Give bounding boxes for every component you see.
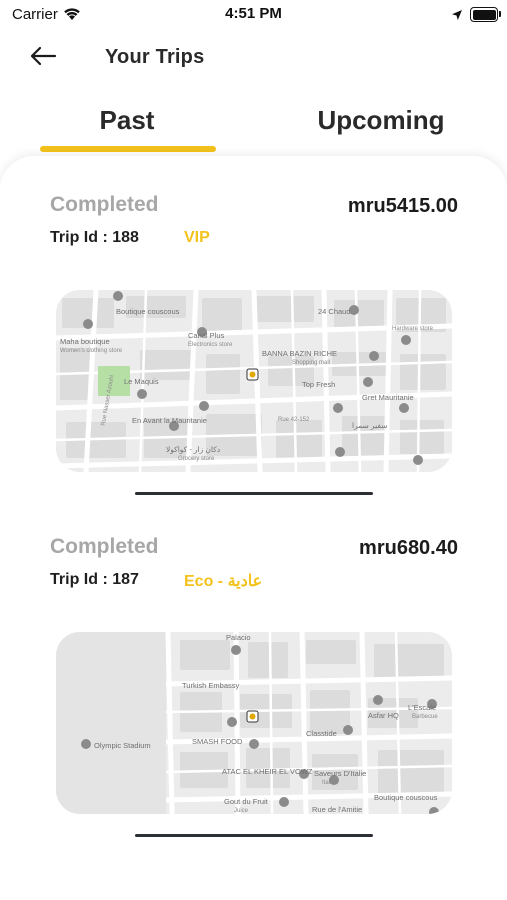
card-divider bbox=[135, 492, 373, 495]
map-label: Saveurs D'Italie bbox=[314, 769, 366, 778]
map-label: Boutique couscous bbox=[116, 307, 180, 316]
map-label: Women's clothing store bbox=[60, 348, 123, 354]
map-label: Gret Mauritanie bbox=[362, 393, 414, 402]
trip-id: Trip Id : 188 bbox=[50, 229, 139, 246]
page-title: Your Trips bbox=[105, 46, 205, 68]
map-label: Palacio bbox=[226, 633, 251, 642]
trip-id: Trip Id : 187 bbox=[50, 571, 139, 588]
trip-price: mru5415.00 bbox=[347, 195, 458, 217]
trip-price: mru680.40 bbox=[359, 537, 458, 559]
map-label: Top Fresh bbox=[302, 380, 335, 389]
map-label: Barbecue bbox=[412, 714, 438, 720]
map-label: Le Maquis bbox=[124, 377, 159, 386]
map-label: Gout du Fruit bbox=[224, 797, 269, 806]
map-label: Asfar HQ bbox=[368, 711, 399, 720]
battery-icon bbox=[470, 7, 498, 22]
map-label: Maha boutique bbox=[60, 337, 110, 346]
trip-class-badge: Eco - عادية bbox=[184, 573, 263, 590]
status-time: 4:51 PM bbox=[225, 5, 282, 22]
trip-map[interactable]: Boutique couscous Canal Plus Electronics… bbox=[56, 290, 452, 472]
map-label: Classtide bbox=[306, 729, 337, 738]
map-label: Hardware store bbox=[392, 326, 434, 332]
map-label: Shopping mall bbox=[292, 360, 330, 366]
map-label: L'Escale bbox=[408, 703, 436, 712]
map-label: Electronics store bbox=[188, 342, 233, 348]
trip-map[interactable]: Palacio Turkish Embassy SMASH FOOD Asfar… bbox=[56, 632, 452, 814]
trip-status: Completed bbox=[50, 193, 159, 216]
status-bar: Carrier 4:51 PM bbox=[0, 0, 507, 30]
map-label: SMASH FOOD bbox=[192, 737, 243, 746]
map-label: Turkish Embassy bbox=[182, 681, 239, 690]
back-button[interactable] bbox=[26, 42, 60, 70]
map-label: Italian bbox=[322, 780, 338, 786]
tab-upcoming[interactable]: Upcoming bbox=[292, 105, 470, 153]
map-label: Boutique couscous bbox=[374, 793, 438, 802]
map-label: BANNA BAZIN RICHE bbox=[262, 349, 337, 358]
active-tab-indicator bbox=[40, 146, 216, 152]
trip-class-badge: VIP bbox=[184, 229, 210, 246]
map-label: Juice bbox=[234, 808, 249, 814]
arrow-left-icon bbox=[30, 46, 57, 66]
card-divider bbox=[135, 834, 373, 837]
map-label: ATAC EL KHEIR EL VOWZ bbox=[222, 767, 313, 776]
map-label: Canal Plus bbox=[188, 331, 225, 340]
map-label: دكان زار - كواكولا bbox=[166, 445, 221, 454]
trip-status: Completed bbox=[50, 535, 159, 558]
location-arrow-icon bbox=[451, 8, 463, 26]
map-label: سفير سمرا bbox=[352, 421, 388, 430]
map-label: Grocery store bbox=[178, 456, 215, 462]
map-label: En Avant la Mauritanie bbox=[132, 416, 207, 425]
map-label: 24 Chaud bbox=[318, 307, 351, 316]
map-label: Olympic Stadium bbox=[94, 741, 151, 750]
map-label: Rue de l'Amitie bbox=[312, 805, 362, 814]
map-label: Rue 42-152 bbox=[278, 417, 310, 423]
battery-tip bbox=[499, 11, 501, 17]
